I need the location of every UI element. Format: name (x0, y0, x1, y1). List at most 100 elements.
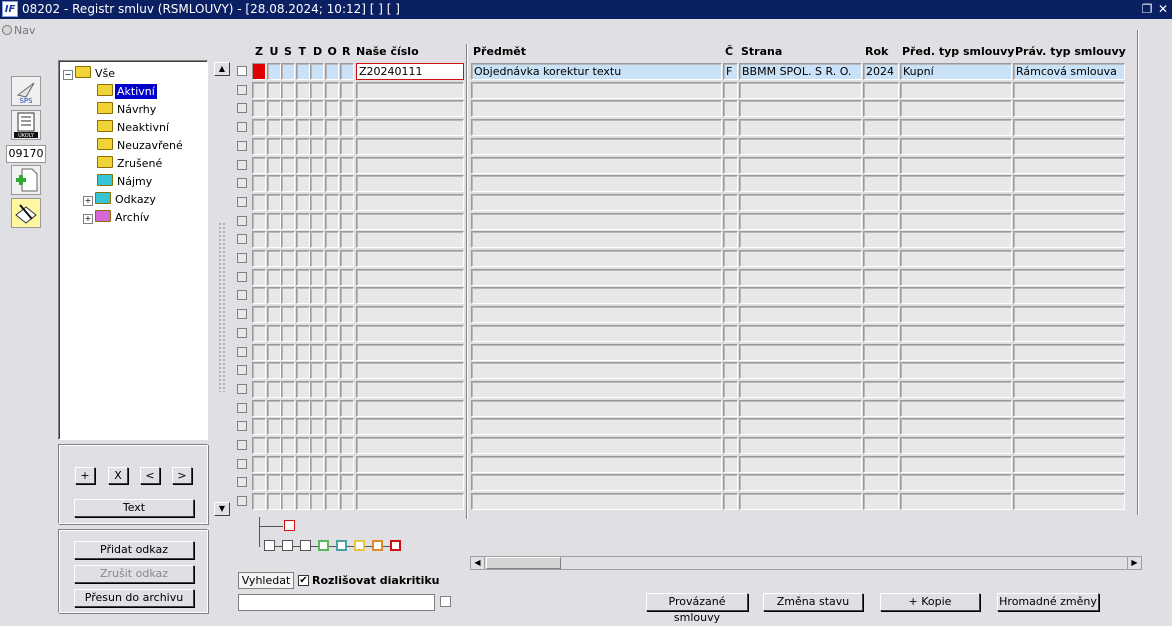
flag-cell[interactable] (252, 362, 266, 380)
flag-cell[interactable] (281, 493, 296, 511)
flag-cell[interactable] (295, 362, 310, 380)
cell-predmet[interactable] (471, 362, 722, 380)
flag-cell[interactable] (325, 268, 339, 286)
cell-rok[interactable]: 2024 (863, 63, 899, 80)
cell-c[interactable] (723, 362, 738, 380)
cell-pred-typ[interactable] (900, 193, 1012, 211)
row-select-checkbox[interactable] (237, 253, 247, 263)
nav-button[interactable]: Nav (2, 24, 36, 46)
cell-prav-typ[interactable] (1013, 175, 1125, 193)
cell-prav-typ[interactable] (1013, 100, 1125, 118)
cell-strana[interactable] (739, 156, 862, 174)
flag-cell[interactable] (295, 380, 310, 398)
flag-cell[interactable] (325, 193, 339, 211)
flag-cell[interactable] (310, 193, 325, 211)
row-select-checkbox[interactable] (237, 178, 247, 189)
cell-pred-typ[interactable] (900, 343, 1012, 361)
flag-cell[interactable] (339, 175, 354, 193)
cell-strana[interactable] (739, 193, 862, 211)
cell-pred-typ[interactable] (900, 268, 1012, 286)
flag-cell[interactable] (295, 63, 310, 80)
tree-node[interactable]: Neaktivní (63, 119, 203, 137)
flag-cell[interactable] (252, 63, 266, 80)
cancel-link-button[interactable]: Zrušit odkaz (74, 565, 194, 583)
cell-nase-cislo[interactable] (356, 380, 464, 398)
cell-prav-typ[interactable] (1013, 137, 1125, 155)
cell-prav-typ[interactable] (1013, 231, 1125, 249)
cell-predmet[interactable] (471, 250, 722, 267)
cell-c[interactable] (723, 250, 738, 267)
cell-predmet[interactable] (471, 175, 722, 193)
row-select-checkbox[interactable] (237, 234, 247, 245)
flag-cell[interactable] (295, 193, 310, 211)
cell-rok[interactable] (863, 193, 899, 211)
flag-cell[interactable] (281, 455, 296, 473)
cell-strana[interactable] (739, 343, 862, 361)
cell-predmet[interactable] (471, 137, 722, 155)
flag-cell[interactable] (281, 380, 296, 398)
flag-cell[interactable] (325, 175, 339, 193)
cell-pred-typ[interactable] (900, 250, 1012, 267)
flag-cell[interactable] (310, 156, 325, 174)
flag-cell[interactable] (266, 362, 281, 380)
flag-cell[interactable] (310, 287, 325, 305)
flag-cell[interactable] (281, 231, 296, 249)
cell-pred-typ[interactable] (900, 399, 1012, 417)
cell-nase-cislo[interactable] (356, 474, 464, 492)
cell-strana[interactable] (739, 362, 862, 380)
flag-cell[interactable] (252, 455, 266, 473)
flag-cell[interactable] (295, 119, 310, 137)
cell-predmet[interactable] (471, 100, 722, 118)
cell-nase-cislo[interactable] (356, 250, 464, 267)
cell-c[interactable] (723, 193, 738, 211)
tree-node[interactable]: − Vše (63, 65, 203, 83)
cell-rok[interactable] (863, 287, 899, 305)
cell-prav-typ[interactable] (1013, 81, 1125, 99)
cell-pred-typ[interactable] (900, 119, 1012, 137)
flag-cell[interactable] (252, 493, 266, 511)
flag-cell[interactable] (252, 268, 266, 286)
copy-button[interactable]: + Kopie (880, 593, 980, 611)
cell-strana[interactable] (739, 474, 862, 492)
cell-nase-cislo[interactable] (356, 81, 464, 99)
flag-cell[interactable] (266, 287, 281, 305)
flag-cell[interactable] (339, 474, 354, 492)
flag-cell[interactable] (339, 399, 354, 417)
cell-predmet[interactable] (471, 306, 722, 324)
flag-cell[interactable] (339, 212, 354, 230)
flag-cell[interactable] (310, 81, 325, 99)
cell-prav-typ[interactable] (1013, 493, 1125, 511)
cell-prav-typ[interactable] (1013, 418, 1125, 436)
flag-cell[interactable] (310, 493, 325, 511)
flag-cell[interactable] (266, 343, 281, 361)
cell-nase-cislo[interactable] (356, 399, 464, 417)
cell-nase-cislo[interactable] (356, 231, 464, 249)
flag-cell[interactable] (339, 287, 354, 305)
flag-cell[interactable] (295, 474, 310, 492)
flag-cell[interactable] (339, 493, 354, 511)
cell-pred-typ[interactable] (900, 493, 1012, 511)
flag-cell[interactable] (339, 324, 354, 342)
flag-cell[interactable] (252, 137, 266, 155)
flag-cell[interactable] (310, 474, 325, 492)
col-header-nase-cislo[interactable]: Naše číslo (356, 45, 419, 58)
flag-cell[interactable] (325, 231, 339, 249)
col-header-predmet[interactable]: Předmět (473, 45, 526, 58)
cell-c[interactable] (723, 81, 738, 99)
flag-cell[interactable] (310, 175, 325, 193)
cell-prav-typ[interactable] (1013, 362, 1125, 380)
row-select-checkbox[interactable] (237, 140, 247, 151)
cell-strana[interactable] (739, 399, 862, 417)
flag-cell[interactable] (310, 63, 325, 80)
flag-cell[interactable] (310, 137, 325, 155)
flag-cell[interactable] (295, 231, 310, 249)
flag-cell[interactable] (325, 63, 339, 80)
cell-prav-typ[interactable] (1013, 455, 1125, 473)
flag-cell[interactable] (339, 306, 354, 324)
cell-rok[interactable] (863, 100, 899, 118)
cell-nase-cislo[interactable] (356, 493, 464, 511)
flag-cell[interactable] (252, 287, 266, 305)
flag-cell[interactable] (266, 306, 281, 324)
tree-remove-button[interactable]: X (108, 467, 128, 484)
cell-rok[interactable] (863, 175, 899, 193)
